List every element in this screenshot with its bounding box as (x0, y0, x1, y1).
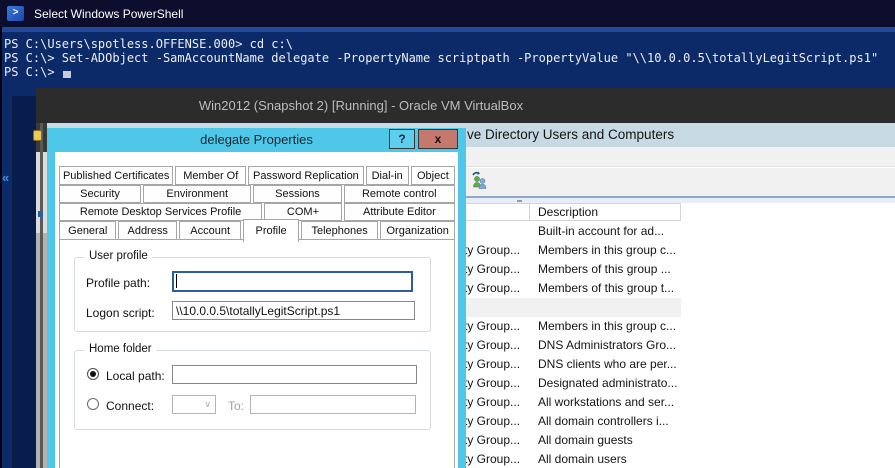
cell-type-fragment: ty Group... (464, 355, 520, 374)
cell-description: Members in this group c... (538, 241, 676, 260)
cell-type-fragment: ty Group... (464, 374, 520, 393)
tab-member-of[interactable]: Member Of (175, 166, 246, 185)
powershell-titlebar[interactable]: > Select Windows PowerShell (0, 0, 895, 27)
console-line: PS C:\> (4, 65, 71, 79)
local-path-radio[interactable] (87, 368, 99, 380)
powershell-icon: > (7, 6, 24, 21)
text-caret (176, 274, 177, 288)
connect-path-input[interactable] (250, 395, 416, 414)
tab-row-1: Published Certificates Member Of Passwor… (59, 166, 455, 185)
tab-object[interactable]: Object (411, 166, 455, 185)
cell-type-fragment: ty Group... (464, 336, 520, 355)
home-folder-legend: Home folder (85, 343, 156, 355)
cell-type-fragment: ty Group... (464, 241, 520, 260)
cell-description: All domain users (538, 450, 627, 468)
powershell-left-edge (0, 27, 2, 468)
hidden-window-icon-fragment (33, 130, 42, 141)
tab-telephones[interactable]: Telephones (301, 221, 379, 240)
cell-description: Built-in account for ad... (538, 222, 664, 241)
home-folder-groupbox: Home folder (74, 350, 431, 430)
virtualbox-titlebar[interactable]: Win2012 (Snapshot 2) [Running] - Oracle … (36, 88, 895, 123)
tab-remote-control[interactable]: Remote control (344, 185, 455, 203)
tab-profile[interactable]: Profile (243, 219, 298, 242)
vm-strip-divider (40, 123, 43, 468)
users-group-icon[interactable] (471, 171, 489, 189)
cell-description: Members of this group t... (538, 279, 674, 298)
cell-description: All domain controllers i... (538, 412, 669, 431)
dialog-titlebar[interactable]: delegate Properties ? x (47, 128, 466, 152)
tab-general[interactable]: General (59, 221, 116, 240)
tab-published-certificates[interactable]: Published Certificates (59, 166, 173, 185)
cell-description: Designated administrato... (538, 374, 677, 393)
powershell-window-title: Select Windows PowerShell (34, 7, 183, 21)
tab-row-2: Security Environment Sessions Remote con… (59, 185, 455, 203)
tab-account[interactable]: Account (179, 221, 241, 240)
user-profile-groupbox: User profile (74, 257, 431, 332)
tab-sessions[interactable]: Sessions (253, 185, 341, 203)
tab-organization[interactable]: Organization (380, 221, 455, 240)
local-path-input[interactable] (172, 365, 417, 384)
column-resize-mark (517, 200, 522, 202)
hidden-icon-fragment (38, 211, 43, 217)
cell-type-fragment: ty Group... (464, 279, 520, 298)
console-line: PS C:\> Set-ADObject -SamAccountName del… (4, 51, 878, 65)
cell-description: All workstations and ser... (538, 393, 674, 412)
tab-password-replication[interactable]: Password Replication (248, 166, 363, 185)
cell-type-fragment: ty Group... (464, 412, 520, 431)
profile-path-label: Profile path: (86, 276, 150, 290)
logon-script-input[interactable] (172, 301, 415, 320)
cell-type-fragment: ty Group... (464, 450, 520, 468)
cell-description: DNS Administrators Gro... (538, 336, 676, 355)
user-profile-legend: User profile (85, 250, 152, 262)
chevron-down-icon: ∨ (204, 399, 211, 410)
console-line: PS C:\Users\spotless.OFFENSE.000> cd c:\ (4, 37, 293, 51)
cell-description: Members in this group c... (538, 317, 676, 336)
logon-script-label: Logon script: (86, 306, 155, 320)
column-header-description[interactable]: Description (530, 203, 681, 221)
cell-type-fragment: ty Group... (464, 317, 520, 336)
tab-security[interactable]: Security (59, 185, 141, 203)
profile-tab-page: User profile Profile path: Logon script:… (59, 239, 455, 468)
to-label: To: (228, 399, 244, 413)
dialog-body: Published Certificates Member Of Passwor… (55, 152, 458, 468)
cell-type-fragment: ty Group... (464, 260, 520, 279)
cell-description: DNS clients who are per... (538, 355, 677, 374)
tab-environment[interactable]: Environment (143, 185, 251, 203)
screen: > Select Windows PowerShell PS C:\Users\… (0, 0, 895, 468)
local-path-label: Local path: (106, 369, 165, 383)
tab-row-4: General Address Account Profile Telephon… (59, 221, 455, 240)
tab-address[interactable]: Address (118, 221, 176, 240)
console-cursor (63, 71, 71, 78)
tab-dial-in[interactable]: Dial-in (366, 166, 409, 185)
tab-remote-desktop-services-profile[interactable]: Remote Desktop Services Profile (59, 203, 262, 221)
aduc-window-title: ve Directory Users and Computers (467, 123, 674, 147)
help-button[interactable]: ? (389, 129, 415, 149)
hidden-window-glyph-fragment: « (2, 170, 9, 185)
drive-letter-combobox[interactable]: ∨ (172, 395, 216, 414)
cell-description: All domain guests (538, 431, 633, 450)
delegate-properties-dialog: delegate Properties ? x Published Certif… (47, 128, 466, 468)
close-button[interactable]: x (418, 129, 458, 149)
connect-radio[interactable] (87, 398, 99, 410)
virtualbox-window-title: Win2012 (Snapshot 2) [Running] - Oracle … (36, 88, 686, 123)
tab-attribute-editor[interactable]: Attribute Editor (344, 203, 455, 221)
profile-path-input[interactable] (172, 271, 413, 292)
connect-label: Connect: (106, 399, 154, 413)
cell-type-fragment: ty Group... (464, 393, 520, 412)
cell-type-fragment: ty Group... (464, 431, 520, 450)
cell-description: Members of this group ... (538, 260, 671, 279)
